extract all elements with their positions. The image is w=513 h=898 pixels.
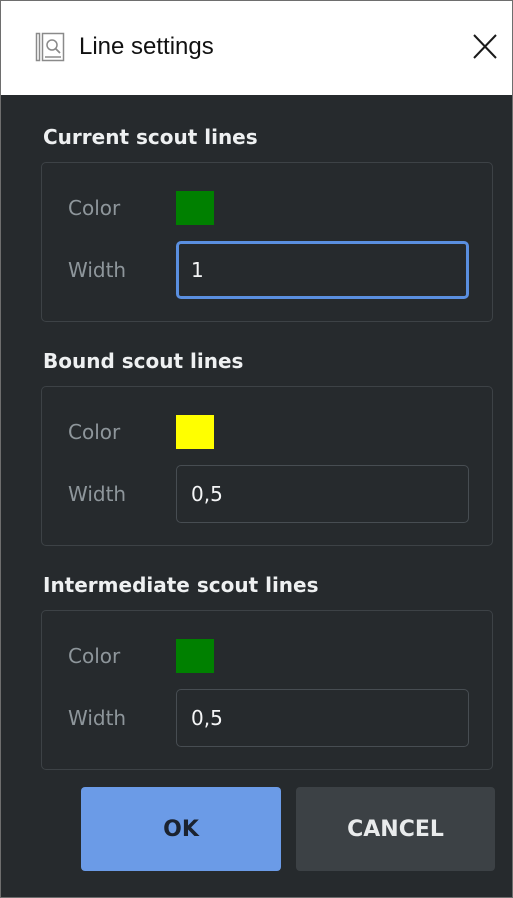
ok-button[interactable]: OK [81,787,281,871]
color-label: Color [68,420,121,444]
close-icon [473,34,497,59]
color-label: Color [68,644,121,668]
color-label: Color [68,196,121,220]
group-intermediate-scout-lines: Color Width [41,610,493,770]
line-settings-dialog: Line settings Current scout lines Color … [0,0,513,898]
width-label: Width [68,706,127,730]
width-input-current[interactable] [176,241,469,299]
cancel-button[interactable]: CANCEL [296,787,495,871]
color-swatch-current[interactable] [176,191,214,225]
section-title-bound: Bound scout lines [43,349,244,373]
group-bound-scout-lines: Color Width [41,386,493,546]
section-title-intermediate: Intermediate scout lines [43,573,319,597]
width-input-intermediate[interactable] [176,689,469,747]
group-current-scout-lines: Color Width [41,162,493,322]
dialog-title: Line settings [79,33,214,60]
section-title-current: Current scout lines [43,125,258,149]
width-label: Width [68,258,127,282]
color-swatch-intermediate[interactable] [176,639,214,673]
width-label: Width [68,482,127,506]
window-app-icon [35,32,65,62]
width-input-bound[interactable] [176,465,469,523]
title-bar: Line settings [1,1,512,95]
color-swatch-bound[interactable] [176,415,214,449]
close-button[interactable] [467,29,503,65]
